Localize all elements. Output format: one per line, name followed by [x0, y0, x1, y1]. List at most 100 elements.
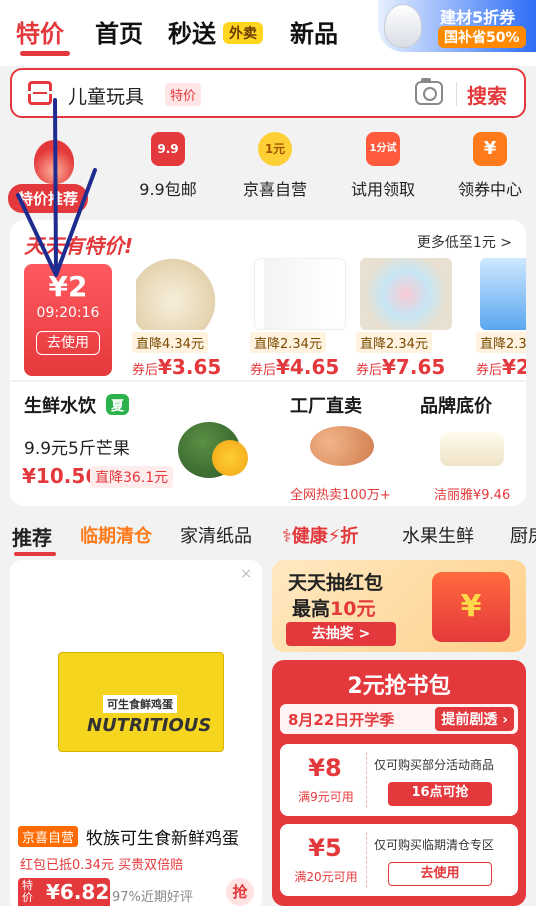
lucky-draw-card[interactable]: 天天抽红包 最高10元 去抽奖 > ¥: [272, 560, 526, 652]
tab-recommend[interactable]: 推荐: [12, 522, 52, 551]
tab-health-discount: 折: [340, 526, 359, 547]
one-yuan-icon: 1元: [258, 132, 292, 166]
coupon-icon: ¥: [473, 132, 507, 166]
tab-tejia[interactable]: 特价: [16, 14, 64, 49]
tag-9-9-icon: 9.9: [151, 132, 185, 166]
flame-icon: [34, 140, 74, 184]
quick-nav-tejia-label: 特价推荐: [8, 184, 89, 213]
product-promo: 红包已抵0.34元 买贵双倍赔: [20, 858, 184, 873]
product-card[interactable]: × 可生食鲜鸡蛋 NUTRITIOUS 京喜自营 牧族可生食新鲜鸡蛋 红包已抵0…: [10, 560, 262, 906]
deal-after-price: 券后¥4.65: [250, 355, 350, 379]
quick-nav-label: 京喜自营: [242, 180, 307, 199]
after-label: 券后: [356, 363, 383, 378]
divider: [366, 752, 367, 808]
factory-direct-section[interactable]: 工厂直卖 全网热卖100万+: [276, 382, 396, 506]
tab-kitchen[interactable]: 厨房: [510, 522, 536, 548]
after-label: 券后: [250, 363, 277, 378]
coupon-value: ¥8: [308, 754, 342, 782]
box-brand: NUTRITIOUS: [87, 715, 212, 736]
quick-nav-tejia[interactable]: 特价推荐: [0, 132, 110, 213]
divider: [456, 82, 457, 106]
tab-household[interactable]: 家清纸品: [180, 522, 252, 548]
lightning-icon: ⚡: [327, 526, 341, 547]
search-input[interactable]: 儿童玩具: [68, 82, 144, 109]
product-price: ¥6.82: [46, 880, 110, 904]
brand-sub: 洁丽雅¥9.46: [434, 488, 511, 503]
deals-more-link[interactable]: 更多低至1元 >: [417, 232, 512, 252]
fresh-price: ¥10.56: [22, 464, 100, 488]
coupon-condition: 满9元可用: [298, 790, 354, 804]
towel-image: [440, 432, 504, 466]
tab-health-label: 健康: [291, 526, 328, 547]
scan-icon[interactable]: [26, 81, 54, 105]
camera-icon[interactable]: [415, 78, 443, 105]
coupon-value: ¥5: [308, 834, 342, 862]
deal-item[interactable]: 直降2.3 券后¥2: [476, 258, 526, 379]
tab-health[interactable]: ⚕健康⚡折: [282, 522, 358, 548]
quick-nav-item[interactable]: 1分试 试用领取: [333, 132, 433, 200]
promo-line2: 国补省50%: [438, 26, 526, 48]
bookbag-card: 2元抢书包 8月22日开学季 提前剧透 › ¥8 满9元可用 仅可购买部分活动商…: [272, 660, 526, 906]
coupon-use-button[interactable]: 去使用: [388, 862, 492, 886]
after-price: ¥4.65: [276, 355, 340, 379]
deal-after-price: 券后¥2: [476, 355, 526, 379]
active-category-underline: [14, 552, 56, 556]
quick-nav: 特价推荐 9.9 9.9包邮 1元 京喜自营 1分试 试用领取 ¥ 领券中心: [0, 132, 536, 213]
coupon-use-button[interactable]: 去使用: [36, 331, 100, 355]
coupon-item: ¥8 满9元可用 仅可购买部分活动商品 16点可抢: [280, 744, 518, 816]
hair-ties-image: [360, 258, 452, 330]
factory-sub: 全网热卖100万+: [290, 488, 391, 503]
quick-nav-item[interactable]: 9.9 9.9包邮: [118, 132, 218, 200]
quick-nav-item[interactable]: ¥ 领券中心: [440, 132, 536, 200]
grab-button[interactable]: 抢: [226, 878, 254, 906]
toilet-image: [384, 4, 422, 48]
deal-item[interactable]: 直降2.34元 券后¥4.65: [250, 258, 350, 379]
coupon-condition: 满20元可用: [294, 870, 358, 884]
egg-box-image: 可生食鲜鸡蛋 NUTRITIOUS: [58, 652, 224, 752]
waimai-badge: 外卖: [223, 22, 263, 44]
brand-low-price-section[interactable]: 品牌底价 洁丽雅¥9.46: [406, 382, 526, 506]
deal-drop: 直降2.34元: [356, 332, 432, 353]
after-price: ¥3.65: [158, 355, 222, 379]
promo-banner[interactable]: 建材5折券 国补省50%: [378, 0, 536, 52]
search-bar[interactable]: 儿童玩具 特价 搜索: [10, 68, 526, 118]
fresh-drinks-section[interactable]: 生鲜水饮 夏 9.9元5斤芒果 ¥10.56 直降36.1元: [10, 382, 266, 506]
tab-clearance[interactable]: 临期清仓: [80, 522, 152, 548]
self-operated-tag: 京喜自营: [18, 826, 79, 847]
lucky-draw-button[interactable]: 去抽奖 >: [286, 622, 396, 646]
fresh-drop: 直降36.1元: [90, 466, 174, 488]
coupon-item: ¥5 满20元可用 仅可购买临期清仓专区 去使用: [280, 824, 518, 896]
tab-home[interactable]: 首页: [95, 14, 143, 49]
tab-miaosong[interactable]: 秒送: [168, 14, 216, 49]
quick-nav-label: 9.9包邮: [139, 180, 197, 199]
product-title: 牧族可生食新鲜鸡蛋: [86, 829, 239, 849]
deal-item[interactable]: 直降2.34元 券后¥7.65: [356, 258, 456, 379]
health-icon: ⚕: [282, 526, 292, 547]
brand-title: 品牌底价: [420, 396, 492, 417]
search-button[interactable]: 搜索: [467, 80, 507, 109]
after-price: ¥7.65: [382, 355, 446, 379]
quick-nav-item[interactable]: 1元 京喜自营: [225, 132, 325, 200]
deal-drop: 直降2.34元: [250, 332, 326, 353]
after-label: 券后: [132, 363, 159, 378]
promo-line1: 建材5折券: [440, 8, 516, 27]
after-label: 券后: [476, 363, 503, 378]
deal-after-price: 券后¥7.65: [356, 355, 456, 379]
coupon-amount: ¥2: [48, 270, 88, 303]
close-icon[interactable]: ×: [240, 566, 252, 582]
top-nav-bar: 特价 首页 秒送 外卖 新品 建材5折券 国补省50%: [0, 0, 536, 66]
tab-new[interactable]: 新品: [290, 14, 338, 49]
price-tag: 特价 ¥6.82: [18, 878, 110, 906]
trial-icon: 1分试: [366, 132, 400, 166]
price-label: 特价: [22, 879, 33, 904]
red-packet-icon: ¥: [432, 572, 510, 642]
pumpkin-image: [178, 422, 248, 478]
deal-item[interactable]: 直降4.34元 券后¥3.65: [132, 258, 232, 379]
coupon-grab-button[interactable]: 16点可抢: [388, 782, 492, 806]
preview-button[interactable]: 提前剧透 ›: [435, 707, 514, 731]
coupon-desc: 仅可购买部分活动商品: [374, 758, 495, 772]
box-label: 可生食鲜鸡蛋: [103, 695, 177, 713]
coupon-timer: 09:20:16: [36, 305, 100, 321]
lucky-title: 天天抽红包: [288, 572, 384, 594]
tab-fruit[interactable]: 水果生鲜: [402, 522, 474, 548]
